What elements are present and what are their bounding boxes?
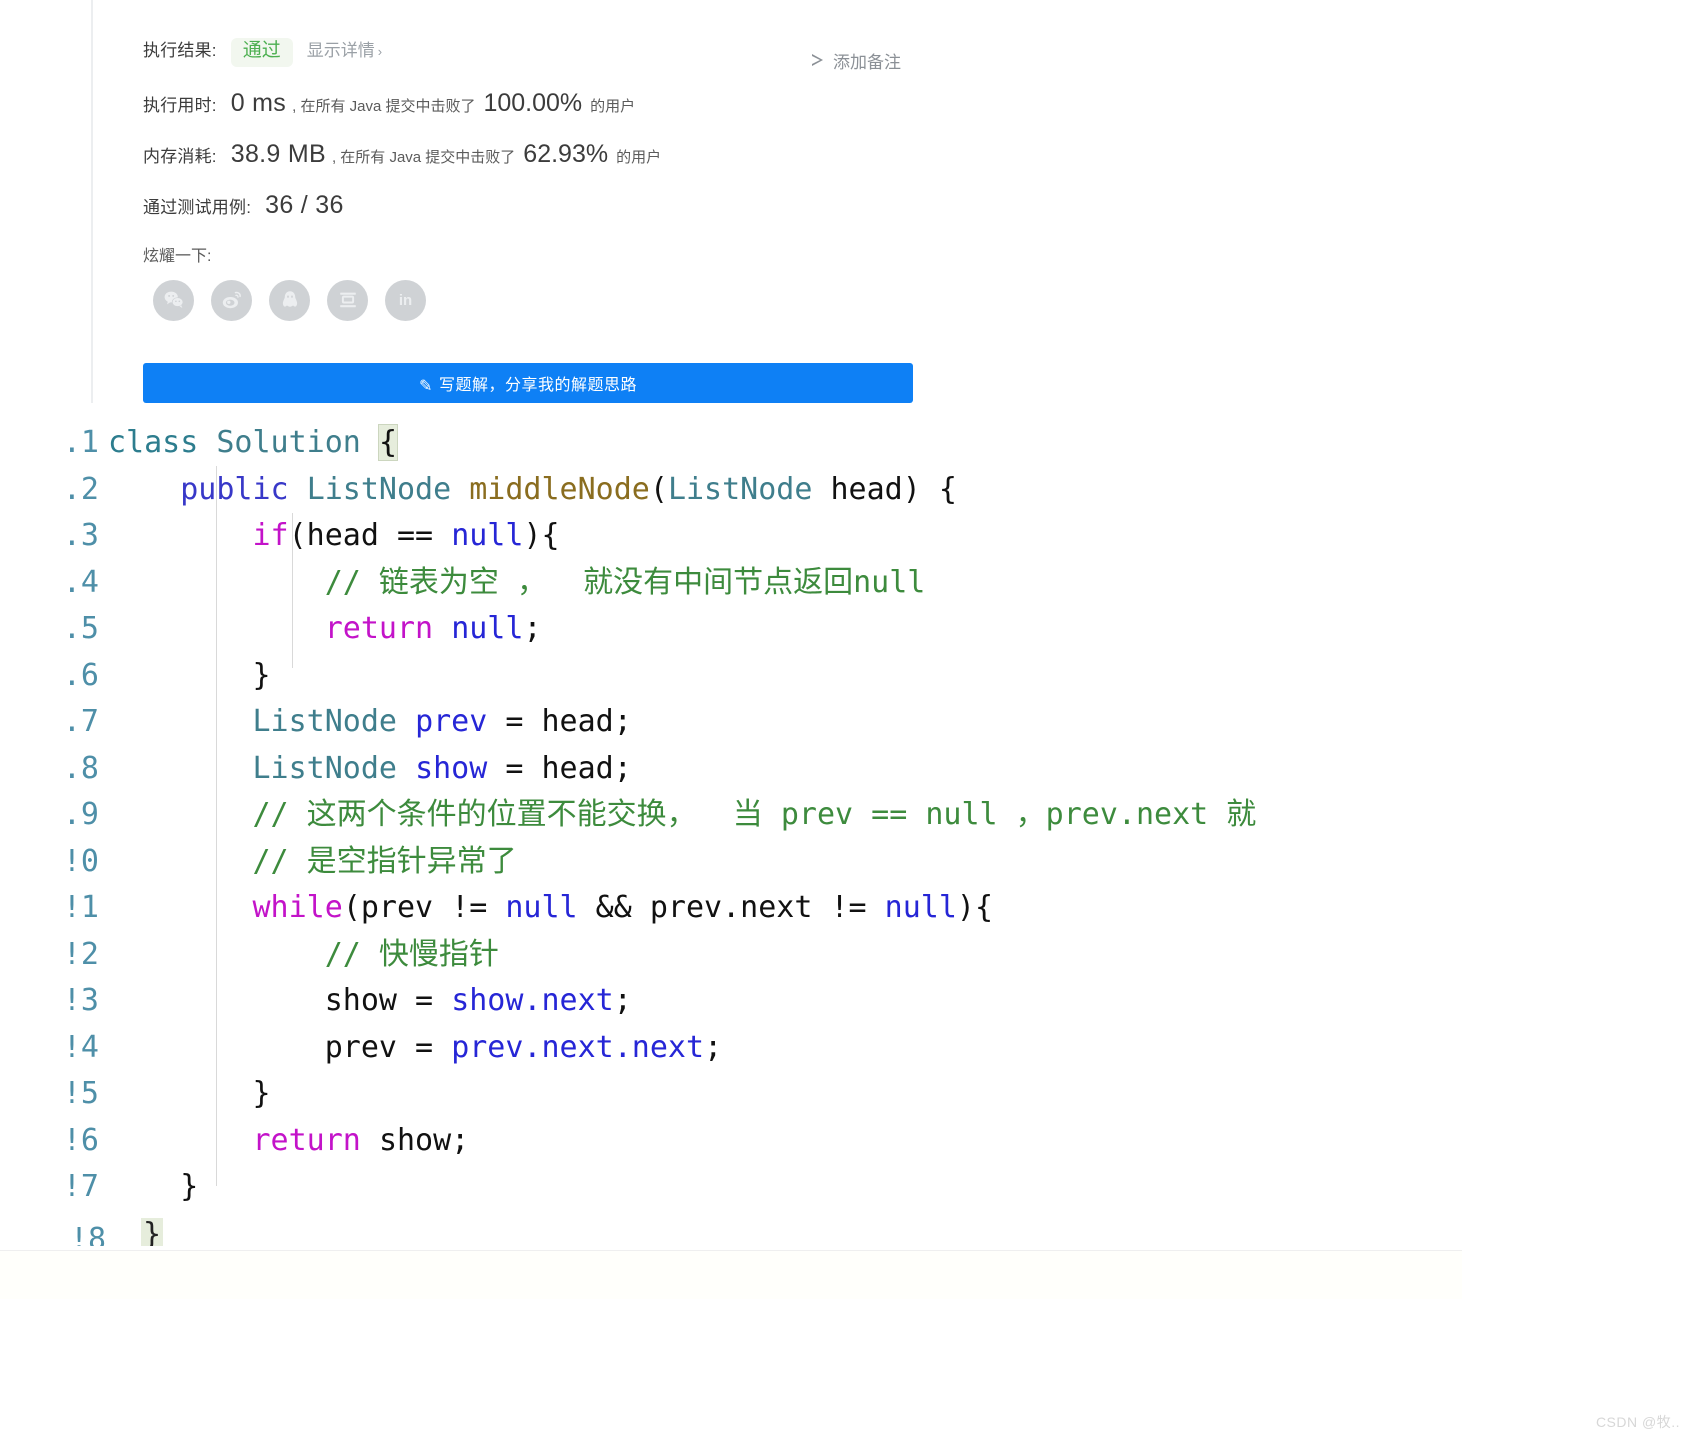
code-content: // 是空指针异常了 — [108, 843, 517, 879]
runtime-midtext: , 在所有 Java 提交中击败了 — [292, 97, 476, 115]
code-line: .1 class Solution { — [0, 420, 1688, 467]
code-line: !4 prev = prev.next.next; — [0, 1025, 1688, 1072]
code-content: while(prev != null && prev.next != null)… — [252, 890, 994, 925]
code-content: return null; — [324, 611, 542, 646]
write-solution-label: 写题解，分享我的解题思路 — [438, 376, 637, 394]
code-line: .9 // 这两个条件的位置不能交换， 当 prev == null ，prev… — [0, 792, 1688, 839]
runtime-label: 执行用时: — [143, 95, 217, 115]
memory-row: 内存消耗: 38.9 MB , 在所有 Java 提交中击败了 62.93% 的… — [143, 140, 921, 169]
line-number: !7 — [62, 1169, 99, 1204]
share-icon-list: in — [153, 279, 921, 321]
code-line: !5 } — [0, 1071, 1688, 1118]
code-line: .3 if(head == null){ — [0, 513, 1688, 560]
memory-label: 内存消耗: — [143, 146, 217, 166]
show-details-label: 显示详情 — [306, 41, 375, 60]
status-badge: 通过 — [230, 38, 293, 67]
code-content: class Solution { — [108, 424, 399, 461]
code-line: .8 ListNode show = head; — [0, 746, 1688, 793]
code-line: .7 ListNode prev = head; — [0, 699, 1688, 746]
testcases-label: 通过测试用例: — [143, 197, 252, 217]
add-note-label: 添加备注 — [833, 53, 901, 72]
line-number: .8 — [62, 750, 99, 786]
execution-result-label: 执行结果: — [143, 41, 217, 60]
line-number: !1 — [62, 890, 99, 925]
code-content: prev = prev.next.next; — [324, 1029, 723, 1065]
code-line: .2 public ListNode middleNode(ListNode h… — [0, 467, 1688, 514]
code-content: if(head == null){ — [252, 518, 560, 553]
code-line: !0 // 是空指针异常了 — [0, 839, 1688, 886]
code-editor[interactable]: .1 class Solution { .2 public ListNode m… — [0, 420, 1688, 1250]
line-number: .5 — [62, 611, 99, 646]
share-label: 炫耀一下: — [143, 247, 212, 265]
code-line: .4 // 链表为空 ， 就没有中间节点返回null — [0, 560, 1688, 607]
show-details-link[interactable]: 显示详情 › — [307, 36, 382, 61]
line-number: .4 — [62, 564, 99, 600]
share-section: 炫耀一下: in — [143, 242, 921, 321]
runtime-row: 执行用时: 0 ms , 在所有 Java 提交中击败了 100.00% 的用户 — [143, 89, 921, 118]
wechat-icon[interactable] — [153, 279, 194, 321]
editor-bottom-strip — [0, 1250, 1462, 1299]
line-number-partial: !8 — [70, 1222, 107, 1246]
line-number: .9 — [62, 797, 99, 832]
code-line: !3 show = show.next; — [0, 978, 1688, 1025]
code-line: !6 return show; — [0, 1118, 1688, 1165]
code-content: show = show.next; — [324, 983, 632, 1018]
code-content: return show; — [252, 1122, 470, 1158]
linkedin-glyph: in — [398, 291, 413, 309]
write-solution-button[interactable]: ✎ 写题解，分享我的解题思路 — [143, 362, 913, 403]
code-line: .6 } — [0, 653, 1688, 700]
line-number: !0 — [62, 843, 99, 879]
weibo-icon[interactable] — [211, 279, 252, 321]
memory-suffix: 的用户 — [616, 148, 662, 166]
line-number: .7 — [62, 704, 99, 739]
runtime-percentile: 100.00% — [483, 88, 583, 117]
line-number: .1 — [62, 425, 99, 460]
line-number: !2 — [62, 936, 99, 972]
code-content: } — [108, 657, 271, 693]
memory-midtext: , 在所有 Java 提交中击败了 — [331, 148, 516, 166]
line-number: !5 — [62, 1076, 99, 1111]
qq-icon[interactable] — [269, 279, 310, 321]
watermark: CSDN @牧.. — [1595, 1414, 1680, 1430]
flag-icon — [812, 53, 825, 68]
testcases-row: 通过测试用例: 36 / 36 — [143, 191, 921, 220]
line-number: !6 — [62, 1122, 99, 1158]
runtime-value: 0 ms — [230, 88, 287, 117]
line-number: .2 — [62, 471, 99, 507]
line-number: !3 — [62, 983, 99, 1018]
code-line: !1 while(prev != null && prev.next != nu… — [0, 885, 1688, 932]
line-number: !4 — [62, 1029, 99, 1065]
memory-percentile: 62.93% — [523, 139, 609, 168]
code-content: public ListNode middleNode(ListNode head… — [180, 471, 957, 507]
code-line: .5 return null; — [0, 606, 1688, 653]
line-number: .6 — [62, 657, 99, 693]
line-number: .3 — [62, 518, 99, 553]
memory-value: 38.9 MB — [230, 139, 326, 168]
douban-icon[interactable] — [327, 279, 368, 321]
code-content: ListNode prev = head; — [252, 704, 632, 739]
code-content: ListNode show = head; — [252, 750, 632, 786]
submission-result-panel: 执行结果: 通过 显示详情 › 执行用时: 0 ms , 在所有 Java 提交中… — [91, 0, 921, 403]
code-line: !7 } — [0, 1164, 1688, 1211]
code-content: } — [108, 1076, 271, 1111]
code-content-partial: } — [141, 1218, 164, 1246]
execution-result-row: 执行结果: 通过 显示详情 › — [143, 36, 921, 67]
linkedin-icon[interactable]: in — [385, 279, 426, 321]
code-content: // 这两个条件的位置不能交换， 当 prev == null ，prev.ne… — [108, 797, 1257, 832]
chevron-right-icon: › — [377, 44, 383, 59]
testcases-value: 36 / 36 — [265, 190, 344, 219]
code-line: !2 // 快慢指针 — [0, 932, 1688, 979]
pencil-icon: ✎ — [419, 377, 433, 395]
add-note-button[interactable]: 添加备注 — [812, 48, 901, 73]
code-content: // 快慢指针 — [108, 936, 499, 972]
code-content: // 链表为空 ， 就没有中间节点返回null — [108, 564, 926, 600]
runtime-suffix: 的用户 — [590, 97, 636, 115]
code-content: } — [108, 1169, 199, 1204]
